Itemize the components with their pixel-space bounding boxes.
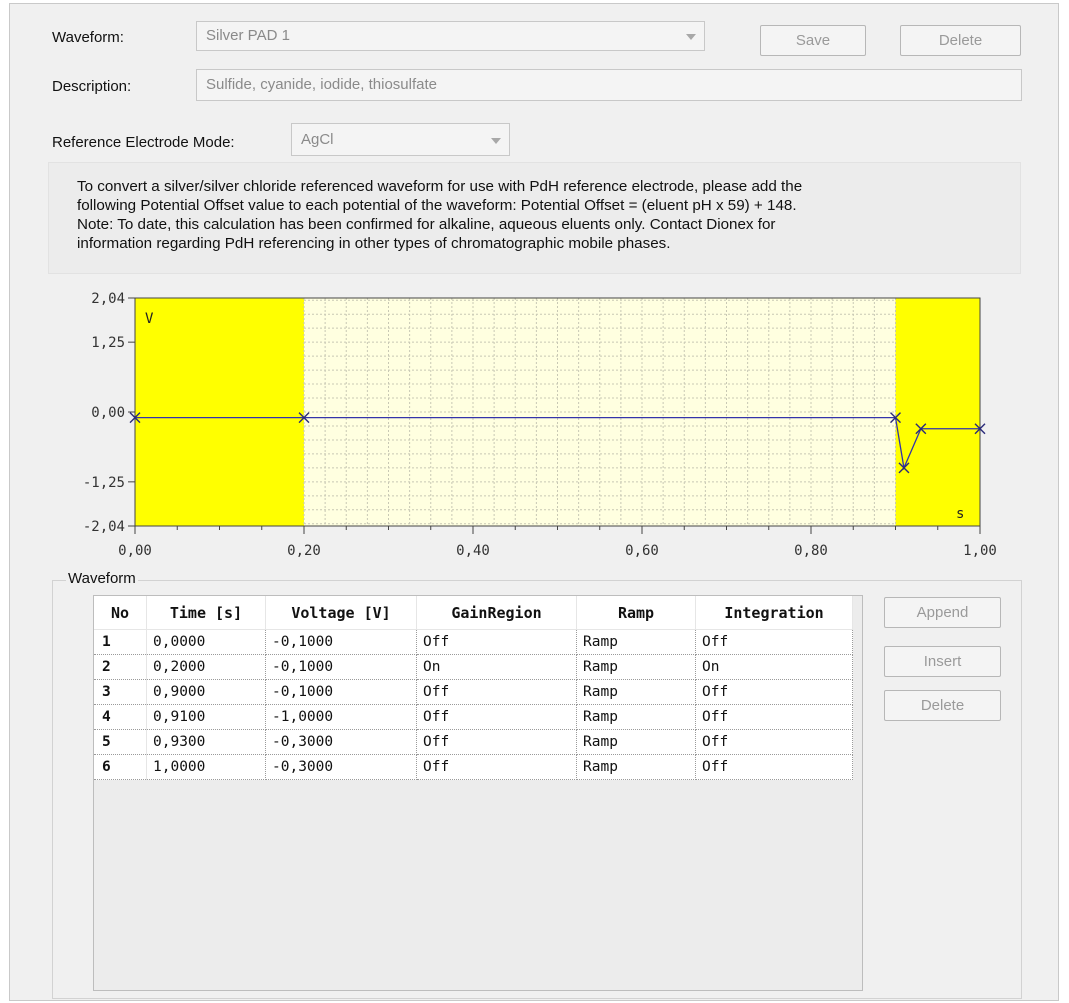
note-line-1: To convert a silver/silver chloride refe… xyxy=(77,178,803,195)
note-line-2: following Potential Offset value to each… xyxy=(77,197,797,214)
waveform-select-value: Silver PAD 1 xyxy=(206,27,290,44)
x-tick-label: 0,40 xyxy=(456,543,490,559)
cell-ramp[interactable]: Ramp xyxy=(576,729,696,755)
cell-ramp[interactable]: Ramp xyxy=(576,704,696,730)
x-tick-label: 0,60 xyxy=(625,543,659,559)
description-label: Description: xyxy=(52,78,132,95)
cell-no[interactable]: 6 xyxy=(94,754,147,780)
delete-row-button[interactable]: Delete xyxy=(884,690,1001,721)
y-tick-label: 0,00 xyxy=(91,405,125,421)
cell-gain-region[interactable]: Off xyxy=(416,704,577,730)
reference-electrode-mode-select[interactable]: AgCl xyxy=(291,123,510,156)
table-row[interactable]: 4 0,9100 -1,0000 Off Ramp Off xyxy=(94,704,853,730)
table-row[interactable]: 6 1,0000 -0,3000 Off Ramp Off xyxy=(94,754,853,780)
cell-gain-region[interactable]: Off xyxy=(416,679,577,705)
cell-time[interactable]: 0,9000 xyxy=(146,679,266,705)
cell-gain-region[interactable]: Off xyxy=(416,729,577,755)
table-row[interactable]: 2 0,2000 -0,1000 On Ramp On xyxy=(94,654,853,680)
column-header-no[interactable]: No xyxy=(94,596,147,630)
cell-integration[interactable]: Off xyxy=(695,754,853,780)
cell-time[interactable]: 0,9100 xyxy=(146,704,266,730)
column-header-gain-region[interactable]: GainRegion xyxy=(416,596,577,630)
delete-waveform-button[interactable]: Delete xyxy=(900,25,1021,56)
reference-electrode-mode-value: AgCl xyxy=(301,131,334,148)
cell-integration[interactable]: Off xyxy=(695,704,853,730)
cell-ramp[interactable]: Ramp xyxy=(576,629,696,655)
waveform-table-container[interactable]: No Time [s] Voltage [V] GainRegion Ramp … xyxy=(93,595,863,991)
cell-ramp[interactable]: Ramp xyxy=(576,754,696,780)
x-axis-label: s xyxy=(956,506,964,522)
save-button[interactable]: Save xyxy=(760,25,866,56)
cell-gain-region[interactable]: Off xyxy=(416,754,577,780)
column-header-integration[interactable]: Integration xyxy=(695,596,853,630)
pdh-conversion-note: To convert a silver/silver chloride refe… xyxy=(48,162,1021,274)
cell-gain-region[interactable]: On xyxy=(416,654,577,680)
y-tick-label: -2,04 xyxy=(83,519,125,535)
cell-integration[interactable]: Off xyxy=(695,679,853,705)
waveform-chart: Vs 2,04 1,25 0,00 -1,25 -2,04 0,00 0,20 0,40 0,60… xyxy=(83,291,997,559)
table-row[interactable]: 3 0,9000 -0,1000 Off Ramp Off xyxy=(94,679,853,705)
waveform-select[interactable]: Silver PAD 1 xyxy=(196,21,705,51)
cell-gain-region[interactable]: Off xyxy=(416,629,577,655)
table-row[interactable]: 1 0,0000 -0,1000 Off Ramp Off xyxy=(94,629,853,655)
cell-voltage[interactable]: -0,1000 xyxy=(265,629,417,655)
cell-ramp[interactable]: Ramp xyxy=(576,679,696,705)
column-header-voltage[interactable]: Voltage [V] xyxy=(265,596,417,630)
x-tick-label: 0,00 xyxy=(118,543,152,559)
waveform-group-title: Waveform xyxy=(66,570,138,587)
cell-time[interactable]: 0,2000 xyxy=(146,654,266,680)
cell-no[interactable]: 1 xyxy=(94,629,147,655)
x-tick-label: 0,80 xyxy=(794,543,828,559)
cell-voltage[interactable]: -0,1000 xyxy=(265,679,417,705)
cell-no[interactable]: 4 xyxy=(94,704,147,730)
x-tick-label: 0,20 xyxy=(287,543,321,559)
cell-voltage[interactable]: -0,1000 xyxy=(265,654,417,680)
cell-time[interactable]: 1,0000 xyxy=(146,754,266,780)
cell-integration[interactable]: On xyxy=(695,654,853,680)
y-tick-label: 1,25 xyxy=(91,335,125,351)
table-header-row: No Time [s] Voltage [V] GainRegion Ramp … xyxy=(94,596,853,630)
note-line-4: information regarding PdH referencing in… xyxy=(77,235,671,252)
cell-time[interactable]: 0,0000 xyxy=(146,629,266,655)
note-line-3: Note: To date, this calculation has been… xyxy=(77,216,776,233)
y-tick-label: 2,04 xyxy=(91,291,125,307)
chevron-down-icon xyxy=(491,137,501,144)
cell-voltage[interactable]: -1,0000 xyxy=(265,704,417,730)
reference-electrode-mode-label: Reference Electrode Mode: xyxy=(52,134,235,151)
chevron-down-icon xyxy=(686,34,696,40)
cell-no[interactable]: 2 xyxy=(94,654,147,680)
column-header-time[interactable]: Time [s] xyxy=(146,596,266,630)
cell-voltage[interactable]: -0,3000 xyxy=(265,729,417,755)
y-tick-label: -1,25 xyxy=(83,475,125,491)
y-axis-label: V xyxy=(145,311,154,327)
column-header-ramp[interactable]: Ramp xyxy=(576,596,696,630)
cell-voltage[interactable]: -0,3000 xyxy=(265,754,417,780)
waveform-label: Waveform: xyxy=(52,29,124,46)
waveform-table: No Time [s] Voltage [V] GainRegion Ramp … xyxy=(94,596,853,780)
append-button[interactable]: Append xyxy=(884,597,1001,628)
cell-no[interactable]: 5 xyxy=(94,729,147,755)
cell-integration[interactable]: Off xyxy=(695,729,853,755)
cell-ramp[interactable]: Ramp xyxy=(576,654,696,680)
cell-integration[interactable]: Off xyxy=(695,629,853,655)
x-tick-label: 1,00 xyxy=(963,543,997,559)
insert-button[interactable]: Insert xyxy=(884,646,1001,677)
table-row[interactable]: 5 0,9300 -0,3000 Off Ramp Off xyxy=(94,729,853,755)
description-field[interactable]: Sulfide, cyanide, iodide, thiosulfate xyxy=(196,69,1022,101)
cell-time[interactable]: 0,9300 xyxy=(146,729,266,755)
cell-no[interactable]: 3 xyxy=(94,679,147,705)
